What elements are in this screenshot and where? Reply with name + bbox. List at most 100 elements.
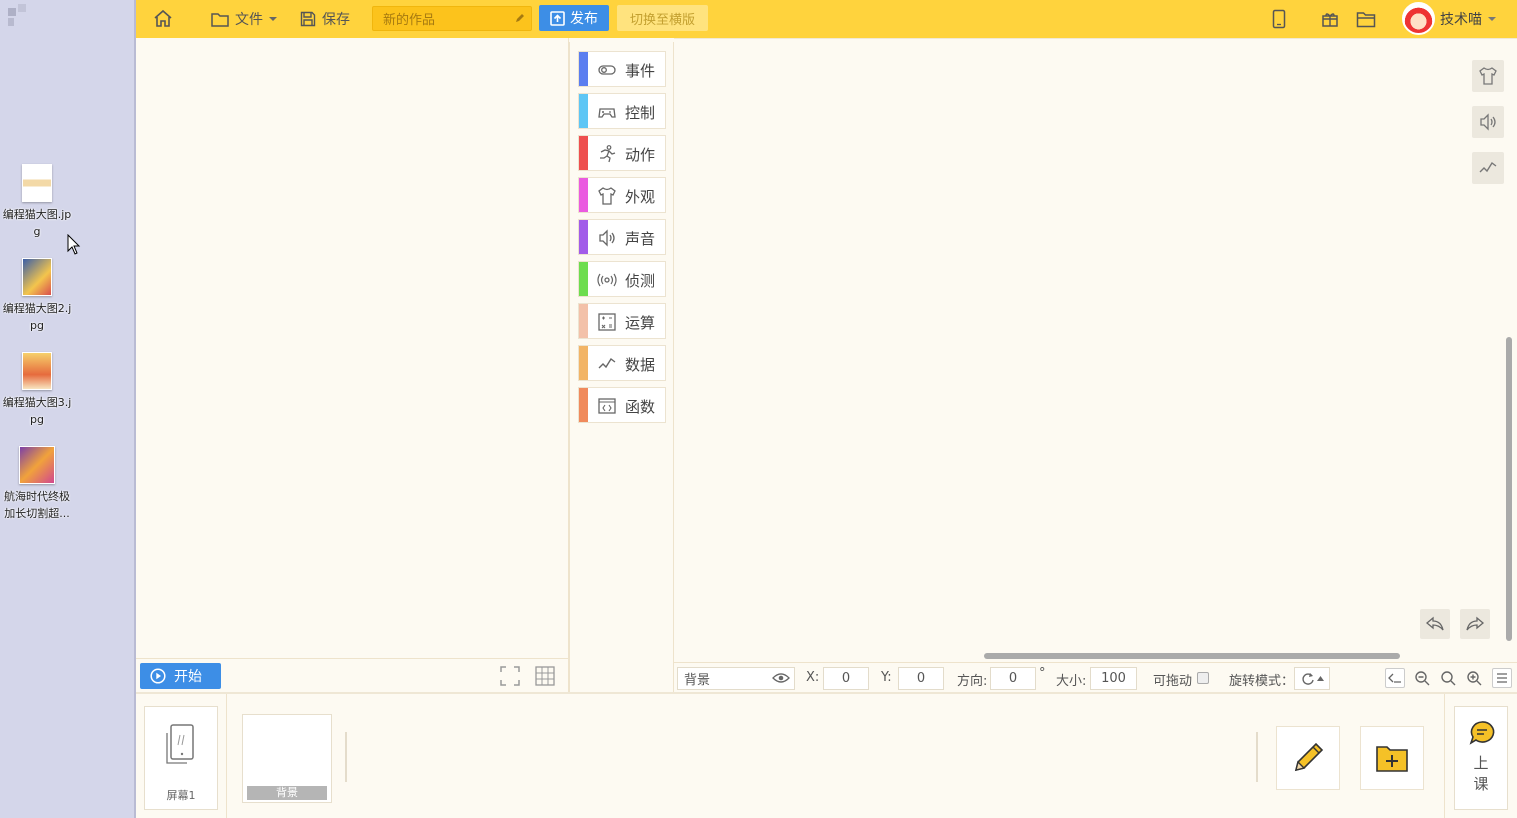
category-item[interactable]: 函数 (578, 387, 666, 423)
zoom-reset-button[interactable] (1438, 668, 1458, 688)
category-color-bar (579, 94, 588, 128)
home-icon (154, 9, 172, 27)
username-label: 技术喵 (1440, 12, 1482, 28)
collapse-button[interactable] (1385, 668, 1405, 688)
redo-button[interactable] (1460, 609, 1490, 639)
project-title-input[interactable] (372, 6, 532, 31)
search-icon (1441, 671, 1456, 686)
code-workspace[interactable] (674, 38, 1517, 660)
block-category-panel: 事件控制动作外观声音侦测运算数据函数 (569, 42, 674, 692)
size-label: 大小: (1056, 674, 1087, 689)
desktop-file-icon[interactable]: 编程猫大图.jpg (0, 164, 74, 240)
switch-landscape-button[interactable]: 切换至横版 (617, 5, 708, 31)
category-color-bar (579, 52, 588, 86)
start-button[interactable]: 开始 (140, 663, 221, 689)
sound-button[interactable] (1472, 106, 1504, 138)
category-label: 事件 (625, 62, 656, 80)
desktop-file-icon[interactable]: 编程猫大图3.jpg (0, 352, 74, 428)
collapse-left-icon (1388, 673, 1401, 683)
data-button[interactable] (1472, 152, 1504, 184)
category-item[interactable]: 侦测 (578, 261, 666, 297)
category-item[interactable]: 外观 (578, 177, 666, 213)
divider (226, 694, 227, 818)
stage-panel[interactable]: 开始 (136, 38, 569, 692)
x-input[interactable] (823, 667, 869, 690)
gift-button[interactable] (1321, 0, 1339, 38)
desktop-file-label: 编程猫大图3.jpg (2, 396, 72, 426)
category-item[interactable]: 运算 (578, 303, 666, 339)
fullscreen-icon[interactable] (499, 665, 521, 687)
category-label: 运算 (625, 314, 656, 332)
save-button[interactable]: 保存 (300, 0, 350, 38)
eye-icon[interactable] (772, 672, 790, 684)
start-class-label: 上课 (1473, 754, 1489, 793)
screen-label: 屏幕1 (166, 789, 196, 802)
file-thumbnail (19, 446, 55, 484)
horizontal-scrollbar[interactable] (984, 653, 1400, 659)
play-circle-icon (150, 668, 166, 684)
y-input[interactable] (898, 667, 944, 690)
device-preview-button[interactable] (1272, 0, 1286, 38)
desktop-file-label: 编程猫大图.jpg (2, 208, 72, 238)
publish-button[interactable]: 发布 (539, 5, 609, 31)
chart-line-icon (1479, 161, 1497, 173)
chevron-down-icon (269, 17, 277, 21)
category-label: 控制 (625, 104, 656, 122)
user-menu[interactable]: 技术喵 (1440, 0, 1496, 38)
user-avatar[interactable] (1402, 2, 1435, 35)
divider (345, 732, 347, 782)
costume-button[interactable] (1472, 60, 1504, 92)
size-input[interactable] (1090, 667, 1137, 690)
draggable-checkbox[interactable] (1197, 672, 1209, 684)
desktop-file-icon[interactable]: 编程猫大图2.jpg (0, 258, 74, 334)
chevron-down-icon (1488, 17, 1496, 21)
zoom-out-button[interactable] (1412, 668, 1432, 688)
edit-pencil-icon (516, 14, 524, 22)
calculator-icon (598, 313, 616, 331)
background-sprite-card[interactable]: 背景 (242, 714, 332, 803)
undo-button[interactable] (1420, 609, 1450, 639)
rotation-mode-select[interactable] (1294, 667, 1330, 690)
direction-label: 方向: (957, 674, 988, 689)
category-item[interactable]: 数据 (578, 345, 666, 381)
category-label: 外观 (625, 188, 656, 206)
redo-icon (1466, 616, 1485, 631)
sprite-property-bar: X: Y: 方向: ° 大小: 可拖动 旋转模式： (674, 662, 1517, 692)
publish-label: 发布 (570, 11, 598, 27)
chat-bubble-icon (1469, 721, 1495, 745)
file-thumbnail (22, 258, 52, 296)
divider (1256, 732, 1258, 782)
start-label: 开始 (174, 669, 202, 685)
add-sprite-button[interactable] (1360, 726, 1424, 790)
folder-open-icon (1356, 11, 1376, 27)
x-label: X: (806, 670, 820, 685)
my-works-button[interactable] (1356, 0, 1376, 38)
zoom-in-button[interactable] (1464, 668, 1484, 688)
zoom-in-icon (1467, 671, 1482, 686)
pencil-icon (1294, 742, 1324, 772)
category-color-bar (579, 178, 588, 212)
phone-icon (1272, 9, 1286, 29)
grid-icon[interactable] (534, 665, 556, 687)
screen-card[interactable]: 屏幕1 (144, 706, 218, 810)
category-color-bar (579, 262, 588, 296)
desktop-file-icon[interactable]: 航海时代终极加长切割超... (0, 446, 74, 522)
category-color-bar (579, 136, 588, 170)
draw-sprite-button[interactable] (1276, 726, 1340, 790)
file-menu-button[interactable]: 文件 (211, 0, 277, 38)
category-label: 函数 (625, 398, 656, 416)
stage-controls: 开始 (136, 658, 569, 692)
desktop-file-label: 航海时代终极加长切割超... (4, 490, 70, 520)
start-class-button[interactable]: 上课 (1454, 706, 1508, 810)
home-button[interactable] (153, 0, 173, 38)
category-item[interactable]: 动作 (578, 135, 666, 171)
undo-icon (1425, 616, 1444, 631)
direction-input[interactable] (990, 667, 1036, 690)
category-item[interactable]: 控制 (578, 93, 666, 129)
category-color-bar (579, 388, 588, 422)
shirt-icon (598, 187, 616, 205)
vertical-scrollbar[interactable] (1506, 337, 1512, 641)
category-item[interactable]: 声音 (578, 219, 666, 255)
category-item[interactable]: 事件 (578, 51, 666, 87)
menu-button[interactable] (1492, 668, 1512, 688)
